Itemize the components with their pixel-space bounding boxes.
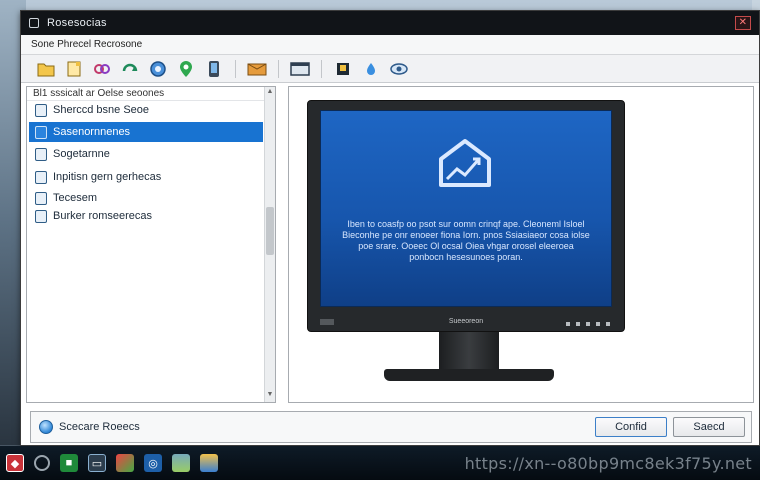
list-item[interactable]: Sherccd bsne Seoe [29, 100, 263, 120]
location-pin-icon[interactable] [175, 58, 197, 80]
close-button[interactable]: ✕ [735, 16, 751, 30]
monitor-neck [439, 332, 499, 370]
item-icon [35, 147, 47, 161]
cancel-button[interactable]: Saecd [673, 417, 745, 437]
window-icon[interactable] [289, 58, 311, 80]
green-app-icon[interactable]: ■ [60, 454, 78, 472]
list-item[interactable]: Tecesem [29, 188, 263, 208]
scrollbar[interactable]: ▲ ▼ [264, 87, 275, 402]
monitor-buttons [566, 322, 610, 326]
list-item-label: Inpitisn gern gerhecas [53, 171, 162, 183]
toolbar-separator [321, 59, 322, 78]
menu-bar: Sone Phrecel Recrosone [21, 35, 759, 55]
monitor-button [576, 322, 580, 326]
scroll-up-arrow-icon[interactable]: ▲ [265, 88, 275, 98]
link-icon[interactable] [91, 58, 113, 80]
item-icon [35, 170, 47, 184]
gallery-icon[interactable] [172, 454, 190, 472]
photos-icon[interactable] [116, 454, 134, 472]
refresh-icon[interactable] [119, 58, 141, 80]
confirm-button[interactable]: Confid [595, 417, 667, 437]
phone-icon[interactable] [203, 58, 225, 80]
item-icon [35, 125, 47, 139]
shield-icon[interactable]: ◆ [6, 454, 24, 472]
item-icon [35, 191, 47, 205]
list-item[interactable]: Inpitisn gern gerhecas [29, 167, 263, 187]
droplet-icon[interactable] [360, 58, 382, 80]
monitor-stand [384, 369, 554, 381]
eye-icon[interactable] [388, 58, 410, 80]
scroll-down-arrow-icon[interactable]: ▼ [265, 391, 275, 401]
globe-icon[interactable] [147, 58, 169, 80]
list-item-label: Sherccd bsne Seoe [53, 104, 150, 116]
list-item-label: Sogetarnne [53, 148, 110, 160]
package-icon[interactable] [246, 58, 268, 80]
window-title: Rosesocias [47, 17, 107, 29]
navigation-pane: Bl1 sssicalt ar Oelse seoones Sherccd bs… [26, 86, 276, 403]
list-item[interactable]: Burker romseerecas [29, 206, 263, 226]
list-item[interactable]: Sogetarnne [29, 144, 263, 164]
network-icon[interactable]: ◎ [144, 454, 162, 472]
monitor-button [596, 322, 600, 326]
app-icon [29, 18, 39, 28]
watermark-url: https://xn--o80bp9mc8ek3f75y.net [464, 454, 752, 473]
toolbar-separator [278, 59, 279, 78]
monitor-button [586, 322, 590, 326]
list-item-label: Tecesem [53, 192, 98, 204]
title-bar[interactable]: Rosesocias ✕ [21, 11, 759, 35]
toolbar [21, 55, 759, 83]
home-chart-logo-icon [439, 139, 491, 187]
item-icon [35, 103, 47, 117]
monitor-illustration: Iben to coasfp oo psot sur oomn crinqf a… [307, 100, 625, 332]
monitor-app-icon[interactable]: ▭ [88, 454, 106, 472]
folder-icon[interactable] [35, 58, 57, 80]
pane-header: Bl1 sssicalt ar Oelse seoones [27, 87, 275, 101]
list-item-selected[interactable]: Sasenornnenes [29, 122, 263, 142]
screen-message: Iben to coasfp oo psot sur oomn crinqf a… [342, 219, 590, 262]
content-area: Bl1 sssicalt ar Oelse seoones Sherccd bs… [26, 86, 754, 408]
menu-label[interactable]: Sone Phrecel Recrosone [31, 39, 142, 50]
monitor-screen: Iben to coasfp oo psot sur oomn crinqf a… [320, 110, 612, 307]
cube-icon[interactable] [332, 58, 354, 80]
status-bar: Scecare Roeecs Confid Saecd [30, 411, 752, 443]
monitor-button [606, 322, 610, 326]
document-icon[interactable] [63, 58, 85, 80]
toolbar-separator [235, 59, 236, 78]
status-globe-icon [39, 420, 53, 434]
item-icon [35, 209, 47, 223]
scroll-thumb[interactable] [266, 207, 274, 255]
folder-app-icon[interactable] [200, 454, 218, 472]
list-item-label: Burker romseerecas [53, 210, 153, 222]
preview-pane: Iben to coasfp oo psot sur oomn crinqf a… [288, 86, 754, 403]
monitor-button [566, 322, 570, 326]
status-text: Scecare Roeecs [59, 421, 140, 433]
circle-icon[interactable] [34, 455, 50, 471]
list-item-label: Sasenornnenes [53, 126, 131, 138]
